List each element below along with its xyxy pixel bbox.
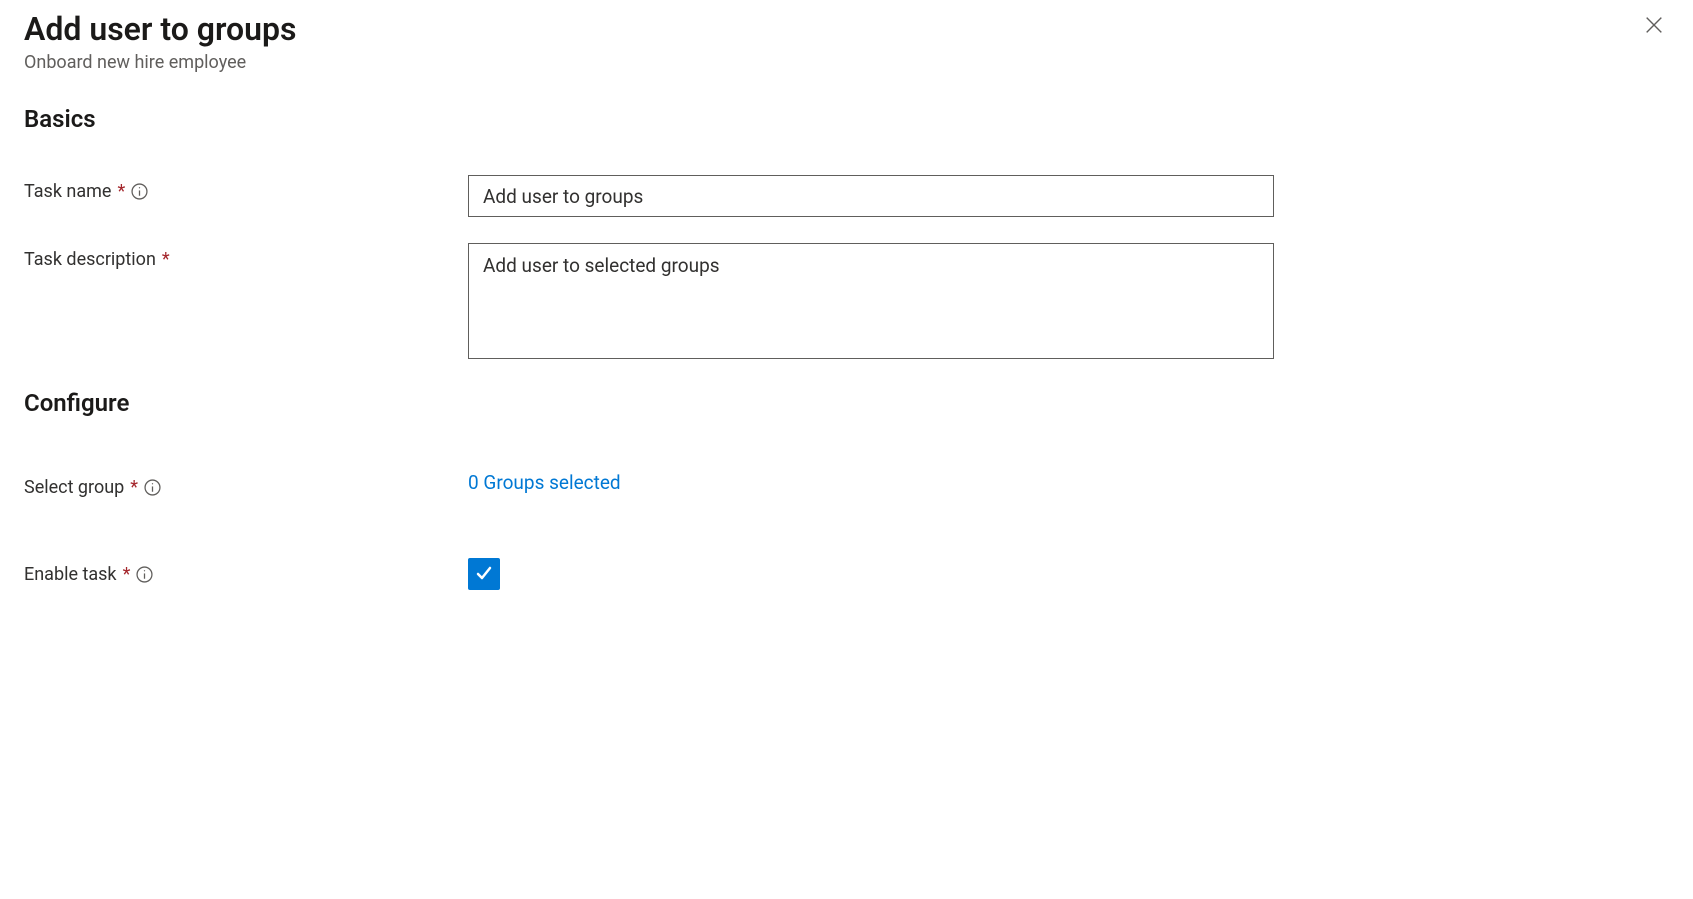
task-name-label: Task name bbox=[24, 181, 111, 202]
enable-task-control bbox=[468, 558, 500, 590]
select-group-link[interactable]: 0 Groups selected bbox=[468, 471, 621, 494]
enable-task-label: Enable task bbox=[24, 564, 117, 585]
task-description-label-wrap: Task description * bbox=[24, 243, 468, 270]
task-name-input[interactable] bbox=[468, 175, 1274, 217]
required-indicator: * bbox=[162, 249, 170, 270]
info-icon[interactable] bbox=[144, 479, 161, 496]
task-description-input[interactable]: Add user to selected groups bbox=[468, 243, 1274, 359]
info-icon[interactable] bbox=[131, 183, 148, 200]
info-icon[interactable] bbox=[136, 566, 153, 583]
configure-section: Configure Select group * 0 Groups select… bbox=[24, 389, 1669, 590]
select-group-label: Select group bbox=[24, 477, 124, 498]
task-name-control bbox=[468, 175, 1274, 217]
header-text-block: Add user to groups Onboard new hire empl… bbox=[24, 10, 296, 73]
enable-task-checkbox[interactable] bbox=[468, 558, 500, 590]
select-group-control: 0 Groups selected bbox=[468, 471, 621, 494]
required-indicator: * bbox=[117, 181, 125, 202]
configure-title: Configure bbox=[24, 389, 1669, 417]
page-subtitle: Onboard new hire employee bbox=[24, 52, 296, 73]
task-name-label-wrap: Task name * bbox=[24, 175, 468, 202]
required-indicator: * bbox=[130, 477, 138, 498]
page-title: Add user to groups bbox=[24, 10, 296, 48]
task-description-label: Task description bbox=[24, 249, 156, 270]
select-group-label-wrap: Select group * bbox=[24, 471, 468, 498]
task-description-control: Add user to selected groups bbox=[468, 243, 1274, 363]
page-header: Add user to groups Onboard new hire empl… bbox=[24, 10, 1669, 73]
required-indicator: * bbox=[123, 564, 131, 585]
close-icon bbox=[1643, 14, 1665, 39]
task-description-row: Task description * Add user to selected … bbox=[24, 243, 1669, 363]
enable-task-row: Enable task * bbox=[24, 558, 1669, 590]
enable-task-label-wrap: Enable task * bbox=[24, 558, 468, 585]
close-button[interactable] bbox=[1639, 10, 1669, 43]
task-name-row: Task name * bbox=[24, 175, 1669, 217]
basics-title: Basics bbox=[24, 105, 1669, 133]
checkmark-icon bbox=[474, 563, 494, 586]
select-group-row: Select group * 0 Groups selected bbox=[24, 471, 1669, 498]
basics-section: Basics Task name * Task description * Ad… bbox=[24, 105, 1669, 363]
